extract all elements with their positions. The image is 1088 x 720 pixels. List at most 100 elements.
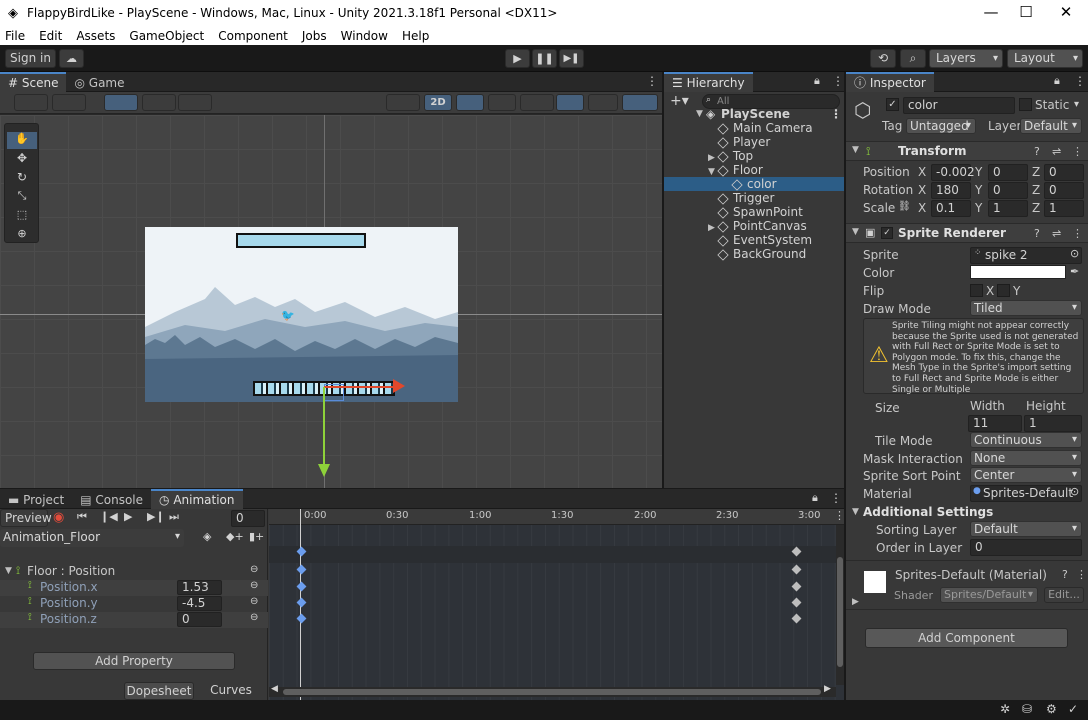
- scale-y-field[interactable]: 1: [988, 200, 1028, 217]
- audio-icon[interactable]: [488, 94, 516, 111]
- increment-snap-icon[interactable]: [178, 94, 212, 111]
- settings-icon[interactable]: ⚙: [1046, 702, 1057, 716]
- keyframe[interactable]: [296, 581, 307, 592]
- tab-console[interactable]: ▤ Console: [72, 490, 151, 510]
- more-icon[interactable]: ⋮: [1072, 145, 1083, 158]
- draw-mode-dropdown[interactable]: Tiled: [970, 300, 1082, 316]
- menu-window[interactable]: Window: [334, 27, 395, 45]
- close-icon[interactable]: ✕: [1052, 3, 1080, 23]
- more-icon[interactable]: ⋮: [830, 107, 842, 121]
- rotate-tool-icon[interactable]: ↻: [7, 170, 37, 187]
- presets-icon[interactable]: ⇌: [1052, 145, 1061, 158]
- scroll-left-icon[interactable]: ◀: [271, 684, 278, 694]
- object-picker-icon[interactable]: ⊙: [1070, 247, 1079, 260]
- object-picker-icon[interactable]: ⊙: [1070, 485, 1079, 498]
- rect-tool-icon[interactable]: ⬚: [7, 208, 37, 225]
- scene-viewport[interactable]: ✋ ✥ ↻ ⤡ ⬚ ⊕ 🐦: [0, 115, 662, 488]
- tab-project[interactable]: ▬ Project: [0, 490, 72, 510]
- keyframe[interactable]: [791, 581, 802, 592]
- shader-dropdown[interactable]: Sprites/Default: [940, 587, 1038, 603]
- layer-dropdown[interactable]: Default: [1020, 118, 1082, 134]
- tab-game[interactable]: ◎ Game: [66, 73, 132, 93]
- record-icon[interactable]: ◉: [53, 510, 64, 525]
- menu-gameobject[interactable]: GameObject: [122, 27, 211, 45]
- transform-header[interactable]: ▼ ⟟ Transform ? ⇌ ⋮: [846, 141, 1088, 161]
- sort-point-dropdown[interactable]: Center: [970, 467, 1082, 483]
- rotation-x-field[interactable]: 180: [931, 182, 971, 199]
- grid-snap-icon[interactable]: [104, 94, 138, 111]
- menu-component[interactable]: Component: [211, 27, 295, 45]
- keyframe[interactable]: [296, 564, 307, 575]
- hierarchy-item-background[interactable]: BackGround: [717, 247, 806, 261]
- mode-2d-button[interactable]: 2D: [424, 94, 452, 111]
- debug-icon[interactable]: ✲: [1000, 702, 1010, 716]
- event-marker-icon[interactable]: ▮+: [249, 530, 264, 543]
- search-icon[interactable]: ⌕: [900, 49, 926, 68]
- curves-tab[interactable]: Curves: [196, 682, 266, 700]
- more-icon[interactable]: ⋮: [1072, 227, 1083, 240]
- keyframe[interactable]: [791, 597, 802, 608]
- transform-tool-icon[interactable]: ⊕: [7, 227, 37, 241]
- collapse-icon[interactable]: ▼: [5, 566, 12, 576]
- property-value-z[interactable]: 0: [177, 612, 222, 627]
- property-row-x[interactable]: ⟟ Position.x 1.53 ⊖: [0, 580, 268, 596]
- layout-dropdown[interactable]: Layout: [1007, 49, 1083, 68]
- history-icon[interactable]: ⟲: [870, 49, 896, 68]
- check-icon[interactable]: ✓: [1068, 702, 1078, 716]
- expand-icon[interactable]: ▶: [852, 597, 859, 607]
- static-dropdown-icon[interactable]: ▾: [1074, 99, 1079, 110]
- cache-icon[interactable]: ⛁: [1022, 702, 1032, 716]
- collapse-icon[interactable]: ▼: [852, 507, 859, 517]
- flip-x-checkbox[interactable]: [970, 284, 983, 297]
- minimize-icon[interactable]: —: [977, 3, 1005, 23]
- collapse-icon[interactable]: ▼: [708, 167, 715, 177]
- prev-frame-icon[interactable]: ❙◀: [100, 510, 118, 523]
- tab-inspector[interactable]: ⓘ Inspector: [846, 72, 934, 92]
- gizmos-icon[interactable]: [622, 94, 658, 111]
- scroll-right-icon[interactable]: ▶: [824, 684, 831, 694]
- property-value-y[interactable]: -4.5: [177, 596, 222, 611]
- color-swatch[interactable]: [970, 265, 1066, 279]
- scale-z-field[interactable]: 1: [1044, 200, 1084, 217]
- more-icon[interactable]: ⋮: [1076, 568, 1087, 581]
- remove-icon[interactable]: ⊖: [250, 564, 258, 575]
- rotation-y-field[interactable]: 0: [988, 182, 1028, 199]
- more-icon[interactable]: ⋮: [646, 74, 658, 88]
- camera-icon[interactable]: [588, 94, 618, 111]
- add-event-icon[interactable]: ◆+: [226, 530, 244, 543]
- vertical-scrollbar[interactable]: [836, 525, 844, 685]
- hierarchy-item-color[interactable]: color: [664, 177, 844, 191]
- lock-icon[interactable]: 🔒︎: [812, 491, 818, 505]
- shading-icon[interactable]: [386, 94, 420, 111]
- width-field[interactable]: 11: [968, 415, 1022, 432]
- more-icon[interactable]: ⋮: [834, 509, 845, 522]
- tab-animation[interactable]: ◷ Animation: [151, 489, 243, 509]
- preview-button[interactable]: Preview: [0, 509, 52, 527]
- eyedropper-icon[interactable]: ✒: [1070, 265, 1079, 278]
- menu-assets[interactable]: Assets: [69, 27, 122, 45]
- presets-icon[interactable]: ⇌: [1052, 227, 1061, 240]
- gizmo-x-arrow-icon[interactable]: [393, 379, 405, 393]
- property-row-z[interactable]: ⟟ Position.z 0 ⊖: [0, 612, 268, 628]
- keyframe[interactable]: [296, 613, 307, 624]
- scale-tool-icon[interactable]: ⤡: [7, 189, 37, 206]
- position-x-field[interactable]: -0.002: [931, 164, 975, 181]
- keyframe[interactable]: [791, 613, 802, 624]
- scroll-thumb[interactable]: [837, 557, 843, 667]
- keyframe[interactable]: [296, 597, 307, 608]
- add-component-button[interactable]: Add Component: [865, 628, 1068, 648]
- add-keyframe-icon[interactable]: ◈: [203, 530, 211, 543]
- edit-shader-button[interactable]: Edit...: [1044, 587, 1084, 603]
- property-row-y[interactable]: ⟟ Position.y -4.5 ⊖: [0, 596, 268, 612]
- gizmo-y-arrow-icon[interactable]: [318, 464, 330, 477]
- effects-icon[interactable]: [520, 94, 554, 111]
- horizontal-scrollbar[interactable]: ◀ ▶: [269, 684, 836, 697]
- step-button[interactable]: ▶❚: [559, 49, 584, 68]
- hand-tool-icon[interactable]: ✋: [7, 132, 37, 149]
- last-frame-icon[interactable]: ⏭: [169, 510, 179, 524]
- cloud-icon[interactable]: ☁: [59, 49, 84, 68]
- pause-button[interactable]: ❚❚: [532, 49, 557, 68]
- expand-icon[interactable]: ▶: [708, 223, 715, 233]
- lock-icon[interactable]: 🔒︎: [1054, 74, 1060, 88]
- first-frame-icon[interactable]: ⏮: [77, 510, 87, 524]
